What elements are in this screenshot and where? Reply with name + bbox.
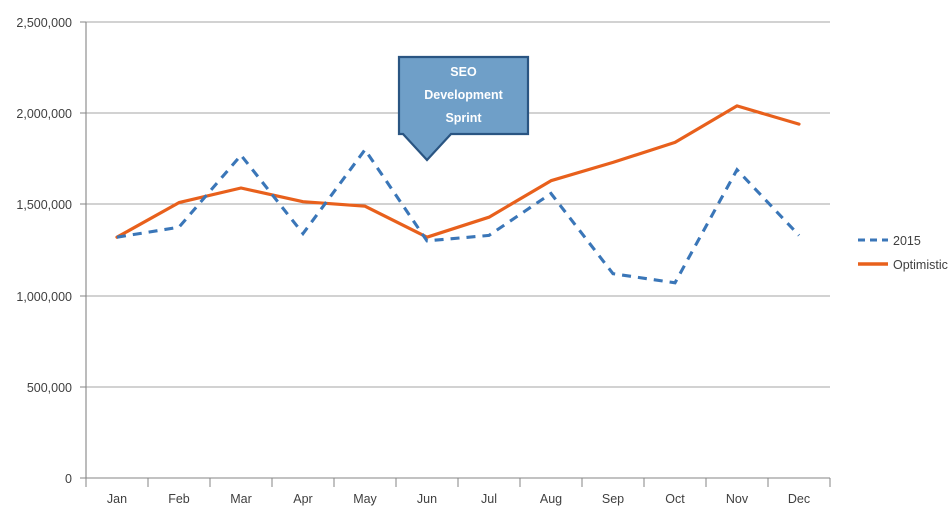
x-tick-label: Jun [417, 492, 437, 506]
y-tick-label: 2,500,000 [16, 16, 72, 30]
chart-canvas: 2,500,000 2,000,000 1,500,000 1,000,000 … [16, 16, 948, 506]
y-tick-label: 1,500,000 [16, 198, 72, 212]
series-line-2015 [116, 147, 801, 285]
y-tick-label: 1,000,000 [16, 290, 72, 304]
seo-development-sprint-callout[interactable]: SEO Development Sprint [397, 55, 530, 162]
x-tick-label: Mar [230, 492, 252, 506]
callout-text-line-3: Sprint [445, 111, 482, 125]
x-tick-label: Oct [665, 492, 685, 506]
y-axis-ticks [80, 21, 86, 479]
y-axis-tick-labels: 2,500,000 2,000,000 1,500,000 1,000,000 … [16, 16, 72, 486]
legend: 2015 Optimistic [858, 234, 948, 272]
y-tick-label: 0 [65, 472, 72, 486]
x-tick-label: Jul [481, 492, 497, 506]
x-tick-label: Nov [726, 492, 749, 506]
line-chart: 2,500,000 2,000,000 1,500,000 1,000,000 … [0, 0, 950, 522]
x-tick-label: Apr [293, 492, 312, 506]
legend-label-optimistic: Optimistic [893, 258, 948, 272]
y-tick-label: 2,000,000 [16, 107, 72, 121]
x-axis-tick-labels: Jan Feb Mar Apr May Jun Jul Aug Sep Oct … [107, 492, 810, 506]
x-tick-label: Aug [540, 492, 562, 506]
legend-label-2015: 2015 [893, 234, 921, 248]
x-tick-label: Dec [788, 492, 810, 506]
x-tick-label: Sep [602, 492, 624, 506]
x-tick-label: Feb [168, 492, 190, 506]
x-tick-label: Jan [107, 492, 127, 506]
legend-item-2015[interactable]: 2015 [858, 234, 921, 248]
x-tick-label: May [353, 492, 377, 506]
y-tick-label: 500,000 [27, 381, 72, 395]
callout-text-line-1: SEO [450, 65, 477, 79]
callout-text-line-2: Development [424, 88, 503, 102]
x-axis-ticks [85, 478, 831, 487]
legend-item-optimistic[interactable]: Optimistic [858, 258, 948, 272]
